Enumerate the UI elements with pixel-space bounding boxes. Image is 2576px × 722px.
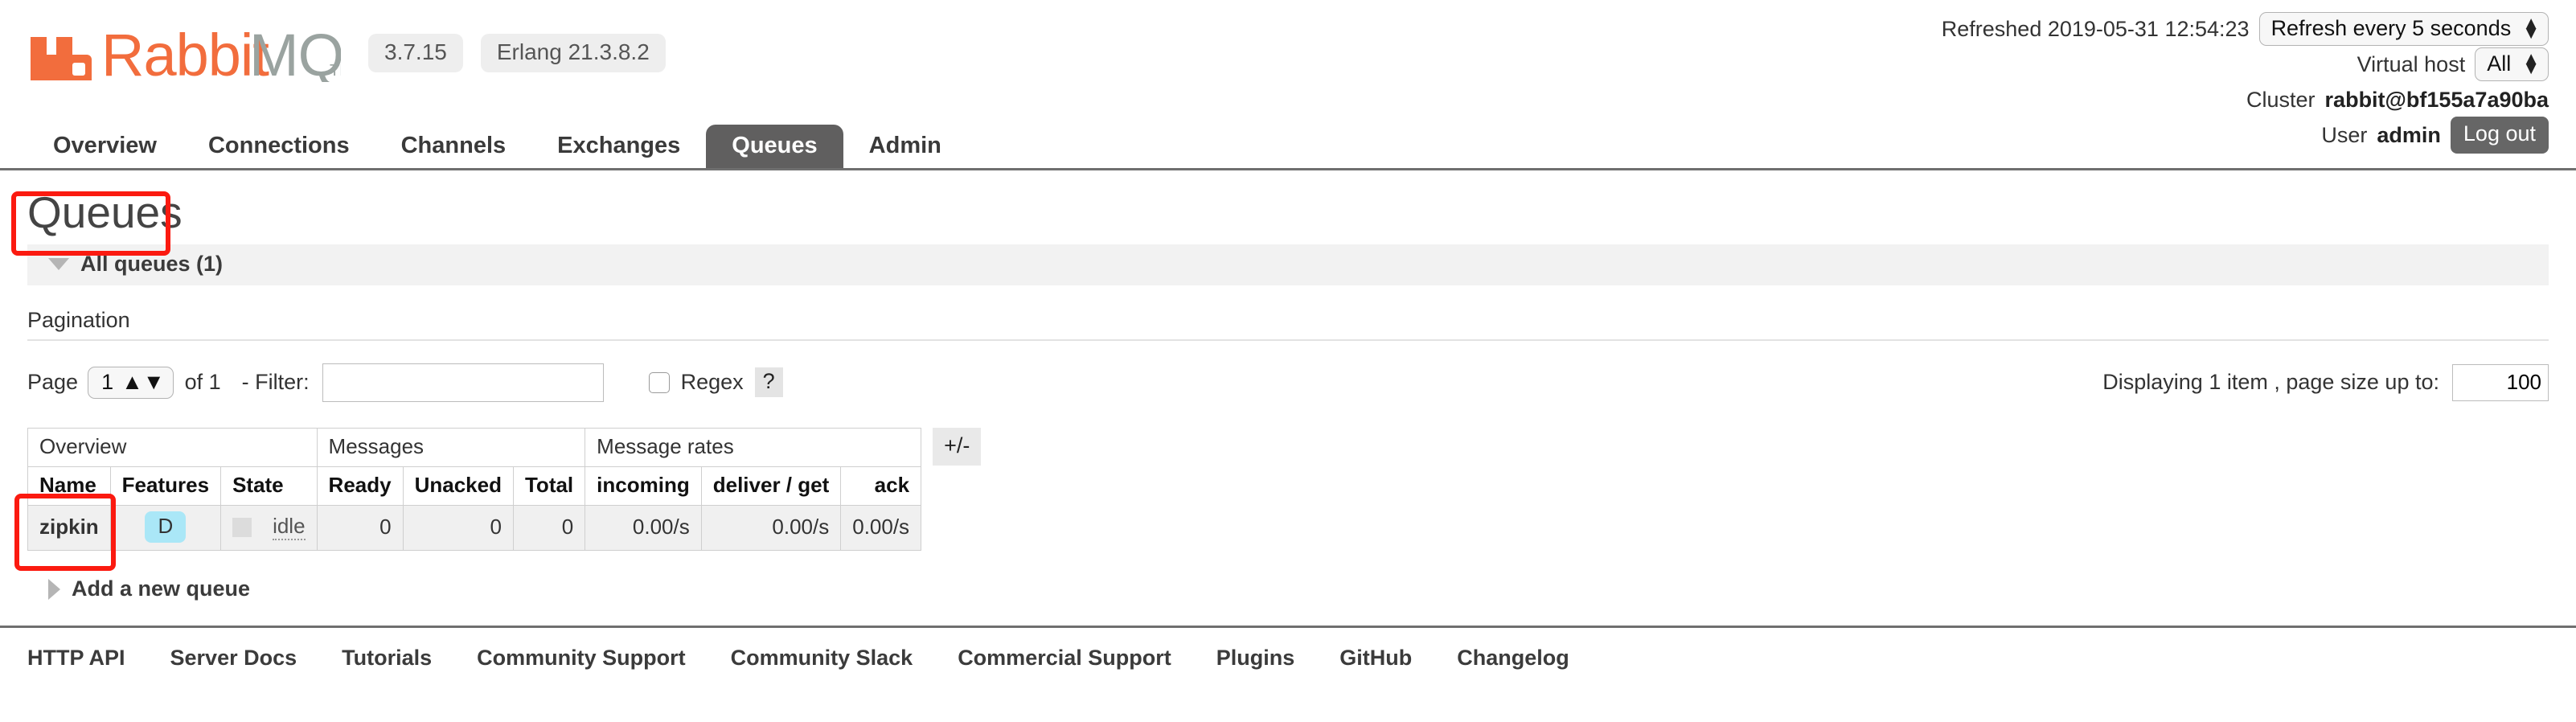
footer-link-github[interactable]: GitHub <box>1339 646 1412 671</box>
column-header-unacked[interactable]: Unacked <box>402 466 514 506</box>
chevron-updown-icon: ▲▼ <box>121 369 165 394</box>
column-header-ready[interactable]: Ready <box>316 466 404 506</box>
tab-channels[interactable]: Channels <box>375 125 532 168</box>
tab-overview[interactable]: Overview <box>27 125 183 168</box>
tab-connections[interactable]: Connections <box>183 125 375 168</box>
footer-links: HTTP API Server Docs Tutorials Community… <box>0 626 2576 671</box>
table-row: zipkin D idle 0 0 0 0.00/s 0.00/s 0.00/s <box>27 504 922 552</box>
group-header-overview: Overview <box>27 427 318 467</box>
regex-checkbox[interactable] <box>648 371 670 393</box>
queues-table-container: Overview Messages Message rates Name Fea… <box>27 427 2549 552</box>
column-header-incoming[interactable]: incoming <box>585 466 702 506</box>
footer-link-changelog[interactable]: Changelog <box>1457 646 1569 671</box>
queue-unacked-cell: 0 <box>402 504 514 552</box>
column-header-total[interactable]: Total <box>512 466 586 506</box>
page-number-value: 1 <box>101 369 114 394</box>
main-navigation-tabs: Overview Connections Channels Exchanges … <box>0 121 2576 170</box>
cluster-name: rabbit@bf155a7a90ba <box>2324 87 2549 112</box>
refresh-interval-select[interactable]: Refresh every 5 seconds ▲ ▼ <box>2258 11 2549 47</box>
regex-help-icon[interactable]: ? <box>754 367 783 398</box>
page-size-input[interactable] <box>2452 363 2549 401</box>
queue-deliver-get-rate-cell: 0.00/s <box>700 504 842 552</box>
rabbitmq-logo[interactable]: Rabbit MQ TM <box>27 21 341 82</box>
column-header-state[interactable]: State <box>220 466 318 506</box>
regex-label: Regex <box>680 370 744 395</box>
column-header-deliver-get[interactable]: deliver / get <box>700 466 842 506</box>
footer-link-plugins[interactable]: Plugins <box>1216 646 1295 671</box>
table-group-header-row: Overview Messages Message rates <box>27 427 922 467</box>
queue-state-cell: idle <box>220 504 318 552</box>
queue-incoming-rate-cell: 0.00/s <box>585 504 702 552</box>
queue-features-cell: D <box>109 504 222 552</box>
refreshed-timestamp: Refreshed 2019-05-31 12:54:23 <box>1941 16 2250 41</box>
queue-ready-cell: 0 <box>316 504 404 552</box>
page-total-label: of 1 <box>184 370 221 395</box>
state-indicator-icon <box>232 517 252 537</box>
version-badges: 3.7.15 Erlang 21.3.8.2 <box>368 34 666 82</box>
page-header: Rabbit MQ TM 3.7.15 Erlang 21.3.8.2 Refr… <box>0 0 2576 154</box>
queue-state-label: idle <box>273 514 306 541</box>
group-header-messages: Messages <box>316 427 586 467</box>
toggle-columns-button[interactable]: +/- <box>933 427 982 466</box>
group-header-message-rates: Message rates <box>585 427 922 467</box>
footer-link-server-docs[interactable]: Server Docs <box>170 646 297 671</box>
page-title: Queues <box>27 187 183 237</box>
tab-exchanges[interactable]: Exchanges <box>531 125 706 168</box>
pagination-controls: Page 1 ▲▼ of 1 - Filter: Regex ? Display… <box>27 362 2549 404</box>
pagination-section: Pagination Page 1 ▲▼ of 1 - Filter: Rege… <box>27 308 2549 404</box>
footer-link-community-support[interactable]: Community Support <box>477 646 685 671</box>
chevron-right-icon <box>48 578 60 600</box>
footer-link-tutorials[interactable]: Tutorials <box>342 646 432 671</box>
pagination-heading: Pagination <box>27 308 2549 341</box>
all-queues-section-header[interactable]: All queues (1) <box>27 244 2549 285</box>
table-column-header-row: Name Features State Ready Unacked Total … <box>27 466 922 506</box>
refresh-interval-value: Refresh every 5 seconds <box>2270 15 2512 40</box>
tab-queues[interactable]: Queues <box>706 125 843 168</box>
chevron-updown-icon: ▲▼ <box>2522 48 2540 79</box>
chevron-updown-icon: ▲▼ <box>2522 13 2540 43</box>
column-header-ack[interactable]: ack <box>840 466 922 506</box>
vhost-row: Virtual host All ▲ ▼ <box>1942 47 2549 82</box>
vhost-select[interactable]: All ▲ ▼ <box>2475 47 2549 82</box>
queue-total-cell: 0 <box>512 504 586 552</box>
cluster-label: Cluster <box>2246 87 2316 112</box>
main-content: Queues All queues (1) Pagination Page 1 … <box>0 170 2576 601</box>
footer-link-commercial-support[interactable]: Commercial Support <box>958 646 1171 671</box>
queue-ack-rate-cell: 0.00/s <box>840 504 922 552</box>
footer-link-http-api[interactable]: HTTP API <box>27 646 125 671</box>
durable-feature-badge: D <box>145 511 187 544</box>
svg-text:MQ: MQ <box>249 22 341 82</box>
rabbitmq-management-page: Rabbit MQ TM 3.7.15 Erlang 21.3.8.2 Refr… <box>0 0 2576 722</box>
svg-text:Rabbit: Rabbit <box>101 22 269 82</box>
queue-name-cell[interactable]: zipkin <box>27 504 111 552</box>
vhost-value: All <box>2487 51 2512 76</box>
tab-admin[interactable]: Admin <box>843 125 967 168</box>
rabbitmq-version-badge: 3.7.15 <box>368 34 463 72</box>
all-queues-label: All queues (1) <box>80 251 224 276</box>
add-new-queue-label: Add a new queue <box>72 576 251 601</box>
column-header-name[interactable]: Name <box>27 466 111 506</box>
cluster-row: Cluster rabbit@bf155a7a90ba <box>1942 82 2549 117</box>
filter-label: - Filter: <box>241 370 310 395</box>
chevron-down-icon <box>48 257 69 270</box>
column-header-features[interactable]: Features <box>109 466 222 506</box>
filter-input[interactable] <box>322 363 604 402</box>
page-label: Page <box>27 370 79 395</box>
svg-text:TM: TM <box>330 62 341 80</box>
vhost-label: Virtual host <box>2357 51 2466 76</box>
brand-area: Rabbit MQ TM 3.7.15 Erlang 21.3.8.2 <box>27 21 666 82</box>
queues-table: Overview Messages Message rates Name Fea… <box>27 427 922 552</box>
display-info: Displaying 1 item , page size up to: <box>2102 363 2549 401</box>
footer-link-community-slack[interactable]: Community Slack <box>731 646 913 671</box>
displaying-count-label: Displaying 1 item , page size up to: <box>2102 370 2439 395</box>
page-number-stepper[interactable]: 1 ▲▼ <box>88 366 174 399</box>
add-new-queue-section[interactable]: Add a new queue <box>27 576 2549 601</box>
erlang-version-badge: Erlang 21.3.8.2 <box>480 34 666 72</box>
refresh-row: Refreshed 2019-05-31 12:54:23 Refresh ev… <box>1942 11 2549 47</box>
regex-option: Regex ? <box>648 367 783 398</box>
